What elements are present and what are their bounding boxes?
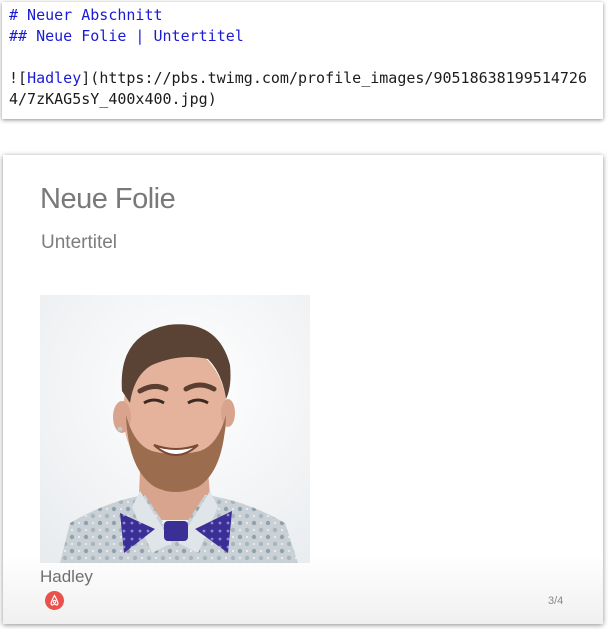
image-markdown-mid: ](: [81, 69, 100, 87]
code-line-image-markdown: ![Hadley](https://pbs.twimg.com/profile_…: [9, 68, 603, 89]
image-url-part2: 4/7zKAG5sY_400x400.jpg: [9, 90, 208, 108]
profile-photo: [40, 295, 310, 563]
image-alt-text: Hadley: [27, 69, 82, 87]
slide-counter: 3/4: [548, 595, 564, 607]
image-url-part1: https://pbs.twimg.com/profile_images/905…: [99, 69, 587, 87]
code-line-image-url-continued: 4/7zKAG5sY_400x400.jpg): [9, 89, 603, 110]
airbnb-logo-icon: [45, 591, 64, 610]
portrait-illustration: [40, 295, 310, 563]
code-line-section-heading: # Neuer Abschnitt: [9, 6, 163, 24]
image-caption: Hadley: [40, 567, 93, 586]
slide-preview: Neue Folie Untertitel Hadley 3/4: [3, 155, 603, 624]
slide-subtitle: Untertitel: [41, 232, 118, 253]
image-markdown-suffix: ): [207, 90, 217, 108]
code-line-slide-heading: ## Neue Folie | Untertitel: [9, 27, 244, 45]
markdown-editor[interactable]: # Neuer Abschnitt ## Neue Folie | Untert…: [2, 2, 603, 119]
image-markdown-prefix: ![: [9, 69, 28, 87]
slide-title: Neue Folie: [40, 183, 176, 215]
